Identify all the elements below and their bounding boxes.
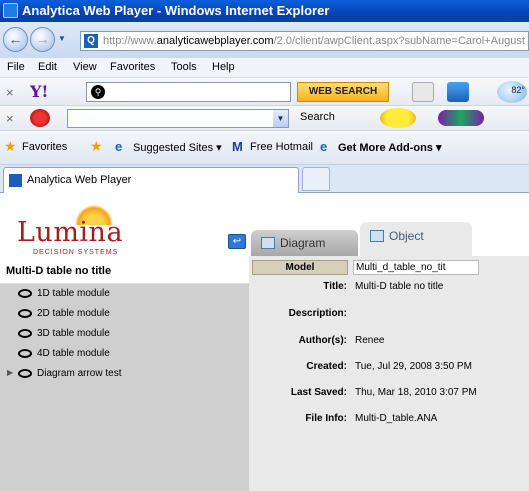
history-dropdown-icon[interactable]: ▼	[58, 34, 66, 43]
favorites-star-icon: ★	[4, 138, 17, 154]
model-title: Multi-D table no title	[0, 256, 249, 284]
tree-node-label: 2D table module	[37, 308, 110, 319]
eyes-icon[interactable]	[438, 110, 484, 126]
model-tree: 1D table module 2D table module 3D table…	[0, 284, 249, 491]
title-value[interactable]: Multi-D table no title	[355, 281, 443, 292]
last-saved-label: Last Saved:	[290, 387, 347, 398]
yahoo-logo[interactable]: Y!	[30, 82, 72, 102]
logo-subtitle: DECISION SYSTEMS	[33, 249, 119, 256]
tree-node[interactable]: 1D table module	[0, 285, 249, 305]
yahoo-search-input[interactable]: ⚲	[86, 82, 291, 102]
model-class-label: Model	[252, 260, 348, 275]
module-icon	[18, 349, 32, 358]
browser-tab-bar: Analytica Web Player	[0, 165, 529, 193]
toolbar-search-input[interactable]: ▼	[67, 109, 289, 128]
expand-arrow-icon[interactable]: ▶	[7, 368, 13, 377]
close-toolbar-icon[interactable]: ×	[6, 111, 14, 126]
module-icon	[18, 329, 32, 338]
object-icon	[370, 230, 384, 242]
address-url[interactable]: http://www.analyticawebplayer.com/2.0/cl…	[103, 35, 525, 47]
created-label: Created:	[306, 361, 347, 372]
menu-file[interactable]: File	[7, 61, 25, 73]
file-info-value: Multi-D_table.ANA	[355, 413, 438, 424]
page-content: Lumina DECISION SYSTEMS ↩ Diagram Object…	[0, 193, 529, 491]
tree-node-label: Diagram arrow test	[37, 368, 122, 379]
lumina-logo: Lumina DECISION SYSTEMS	[17, 205, 142, 256]
diagram-icon	[261, 237, 275, 249]
window-title-bar: Analytica Web Player - Windows Internet …	[0, 0, 529, 22]
toolbar-logo-icon[interactable]	[30, 109, 50, 127]
object-panel: Model Multi_d_table_no_tit Title: Multi-…	[249, 256, 529, 491]
tab-object[interactable]: Object	[360, 222, 472, 256]
title-label: Title:	[323, 281, 347, 292]
browser-tab-label: Analytica Web Player	[27, 174, 132, 186]
new-tab-button[interactable]	[302, 167, 330, 191]
free-hotmail-link[interactable]: Free Hotmail	[250, 141, 313, 153]
description-label: Description:	[288, 308, 347, 319]
chevron-down-icon[interactable]: ▼	[273, 110, 288, 127]
notepad-icon[interactable]	[412, 82, 434, 102]
tree-node[interactable]: ▶ Diagram arrow test	[0, 365, 249, 385]
tab-object-label: Object	[389, 229, 424, 243]
created-value: Tue, Jul 29, 2008 3:50 PM	[355, 361, 472, 372]
mail-icon[interactable]	[447, 82, 469, 102]
back-icon[interactable]: ↩	[228, 234, 246, 249]
authors-value[interactable]: Renee	[355, 335, 384, 346]
tree-node[interactable]: 4D table module	[0, 345, 249, 365]
tree-node-label: 3D table module	[37, 328, 110, 339]
web-search-button[interactable]: WEB SEARCH	[297, 82, 389, 102]
get-more-addons-link[interactable]: Get More Add-ons ▾	[338, 141, 442, 154]
tree-node[interactable]: 3D table module	[0, 325, 249, 345]
model-identifier-field[interactable]: Multi_d_table_no_tit	[353, 260, 479, 275]
menu-bar: File Edit View Favorites Tools Help	[0, 58, 529, 78]
module-icon	[18, 309, 32, 318]
menu-help[interactable]: Help	[212, 61, 235, 73]
module-icon	[18, 289, 32, 298]
tree-node[interactable]: 2D table module	[0, 305, 249, 325]
back-arrow-icon[interactable]: ←	[3, 27, 28, 52]
menu-view[interactable]: View	[73, 61, 97, 73]
menu-edit[interactable]: Edit	[38, 61, 57, 73]
menu-favorites[interactable]: Favorites	[110, 61, 155, 73]
msn-icon: M	[232, 139, 243, 154]
yahoo-toolbar: × Y! ⚲ WEB SEARCH 82°	[0, 78, 529, 106]
toolbar-search-button[interactable]: Search	[300, 111, 335, 123]
logo-name: Lumina	[17, 217, 124, 248]
tree-node-label: 4D table module	[37, 348, 110, 359]
ie-icon	[3, 3, 18, 18]
ie-logo-icon: e	[320, 139, 328, 154]
favorites-bar: ★ Favorites ★ e Suggested Sites ▾ M Free…	[0, 131, 529, 165]
ie-logo-icon: e	[115, 139, 123, 154]
search-toolbar: × ▼ Search	[0, 106, 529, 131]
address-row: ← → ▼ Q http://www.analyticawebplayer.co…	[0, 22, 529, 58]
tab-favicon-icon	[9, 174, 22, 187]
browser-tab-active[interactable]: Analytica Web Player	[3, 167, 299, 193]
close-toolbar-icon[interactable]: ×	[6, 85, 14, 100]
address-bar[interactable]: Q http://www.analyticawebplayer.com/2.0/…	[80, 31, 529, 51]
search-icon: ⚲	[91, 85, 105, 99]
menu-tools[interactable]: Tools	[171, 61, 197, 73]
tab-diagram-label: Diagram	[280, 236, 326, 250]
add-favorite-icon[interactable]: ★	[90, 138, 103, 155]
tab-diagram[interactable]: Diagram	[251, 230, 358, 256]
forward-arrow-icon[interactable]: →	[30, 27, 55, 52]
file-info-label: File Info:	[305, 413, 347, 424]
weather-badge[interactable]: 82°	[497, 81, 527, 103]
module-icon	[18, 369, 32, 378]
tree-node-label: 1D table module	[37, 288, 110, 299]
last-saved-value: Thu, Mar 18, 2010 3:07 PM	[355, 387, 477, 398]
window-title: Analytica Web Player - Windows Internet …	[22, 3, 330, 18]
authors-label: Author(s):	[298, 335, 347, 346]
smiley-icon[interactable]	[380, 108, 416, 128]
suggested-sites-link[interactable]: Suggested Sites ▾	[133, 141, 222, 154]
favorites-button[interactable]: Favorites	[22, 141, 67, 153]
site-favicon-icon: Q	[84, 34, 98, 48]
